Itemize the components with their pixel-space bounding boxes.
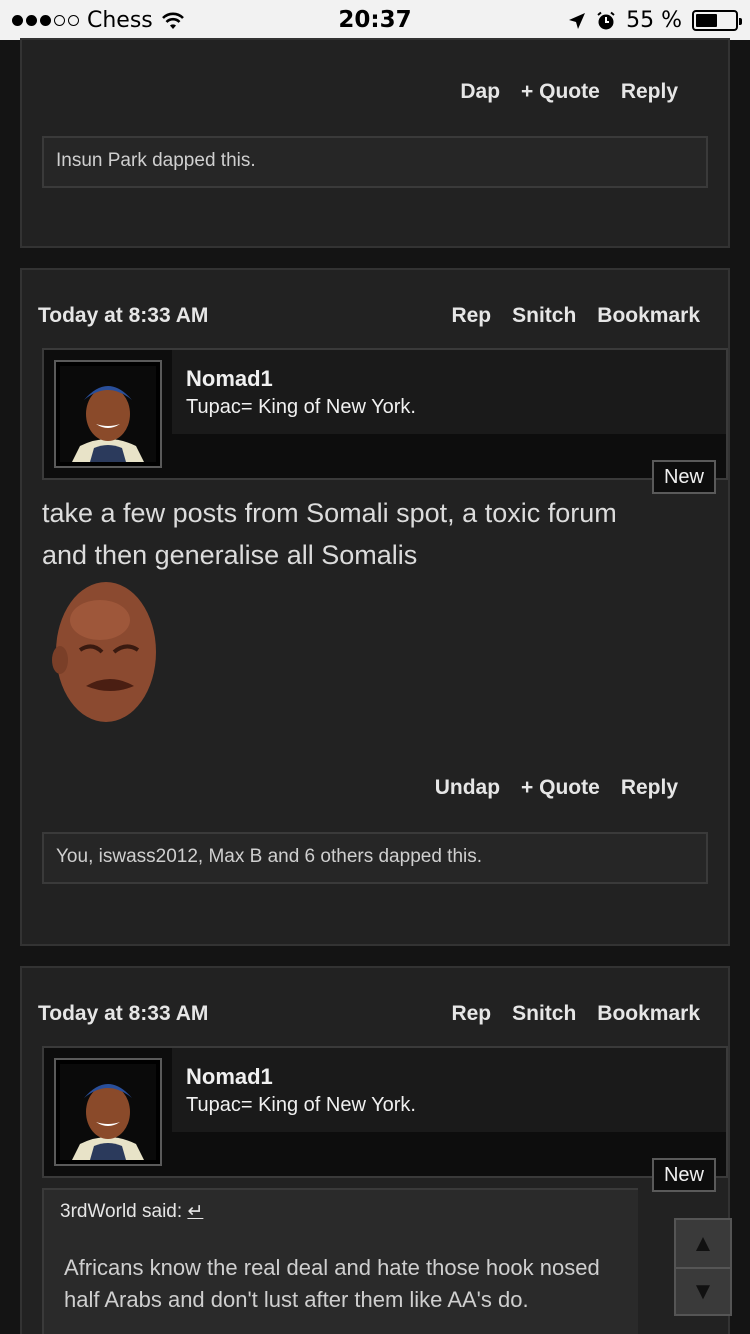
reply-button[interactable]: Reply xyxy=(621,80,678,104)
user-avatar-image xyxy=(60,1064,156,1160)
scroll-up-button[interactable]: ▲ xyxy=(676,1220,730,1267)
crying-face-emoji xyxy=(52,582,156,722)
author-info-panel xyxy=(172,1048,726,1132)
rep-button[interactable]: Rep xyxy=(451,304,491,328)
scroll-down-button[interactable]: ▼ xyxy=(676,1267,730,1314)
quote-button[interactable]: + Quote xyxy=(521,776,600,800)
post-header-actions: Rep Snitch Bookmark xyxy=(451,1002,712,1026)
quote-button[interactable]: + Quote xyxy=(521,80,600,104)
quote-author: 3rdWorld said: xyxy=(60,1201,183,1222)
post-actions: Undap + Quote Reply xyxy=(435,776,678,800)
author-box: Nomad1 Tupac= King of New York. New xyxy=(42,348,728,494)
author-info-panel xyxy=(172,350,726,434)
avatar[interactable] xyxy=(54,1058,162,1166)
jump-to-quote-icon[interactable]: ↵ xyxy=(187,1201,203,1222)
status-right: 55 % xyxy=(568,8,742,33)
location-arrow-icon xyxy=(569,12,586,29)
dapped-by-box: Insun Park dapped this. xyxy=(42,136,708,188)
post: Today at 8:33 AM Rep Snitch Bookmark Nom… xyxy=(20,268,730,946)
snitch-button[interactable]: Snitch xyxy=(512,304,576,328)
quote-text: Africans know the real deal and hate tho… xyxy=(64,1255,600,1312)
quote-block: 3rdWorld said: ↵ Africans know the real … xyxy=(42,1188,638,1334)
post-timestamp: Today at 8:33 AM xyxy=(38,304,209,327)
alarm-clock-icon xyxy=(597,11,615,29)
dapped-by-box: You, iswass2012, Max B and 6 others dapp… xyxy=(42,832,708,884)
post-header-actions: Rep Snitch Bookmark xyxy=(451,304,712,328)
quote-attribution[interactable]: 3rdWorld said: ↵ xyxy=(60,1200,203,1223)
user-avatar-image xyxy=(60,366,156,462)
post-body: take a few posts from Somali spot, a tox… xyxy=(42,498,617,570)
post-timestamp: Today at 8:33 AM xyxy=(38,1002,209,1025)
battery-icon xyxy=(692,10,742,31)
reply-button[interactable]: Reply xyxy=(621,776,678,800)
undap-button[interactable]: Undap xyxy=(435,776,500,800)
scroll-control: ▲ ▼ xyxy=(674,1218,732,1316)
new-badge: New xyxy=(651,1158,716,1192)
status-bar: Chess 20:37 55 % xyxy=(0,0,750,40)
rep-button[interactable]: Rep xyxy=(451,1002,491,1026)
bookmark-button[interactable]: Bookmark xyxy=(597,304,700,328)
author-box: Nomad1 Tupac= King of New York. New xyxy=(42,1046,728,1192)
post-actions: Dap + Quote Reply xyxy=(460,80,678,104)
dap-button[interactable]: Dap xyxy=(460,80,500,104)
snitch-button[interactable]: Snitch xyxy=(512,1002,576,1026)
author-title: Tupac= King of New York. xyxy=(186,1094,416,1116)
author-name[interactable]: Nomad1 xyxy=(186,366,273,392)
new-badge: New xyxy=(651,460,716,494)
post: Dap + Quote Reply Insun Park dapped this… xyxy=(20,38,730,248)
battery-percent: 55 % xyxy=(626,8,682,33)
author-title: Tupac= King of New York. xyxy=(186,396,416,418)
bookmark-button[interactable]: Bookmark xyxy=(597,1002,700,1026)
post-header: Today at 8:33 AM Rep Snitch Bookmark xyxy=(38,298,712,334)
author-name[interactable]: Nomad1 xyxy=(186,1064,273,1090)
post-header: Today at 8:33 AM Rep Snitch Bookmark xyxy=(38,996,712,1032)
post: Today at 8:33 AM Rep Snitch Bookmark Nom… xyxy=(20,966,730,1334)
avatar[interactable] xyxy=(54,360,162,468)
